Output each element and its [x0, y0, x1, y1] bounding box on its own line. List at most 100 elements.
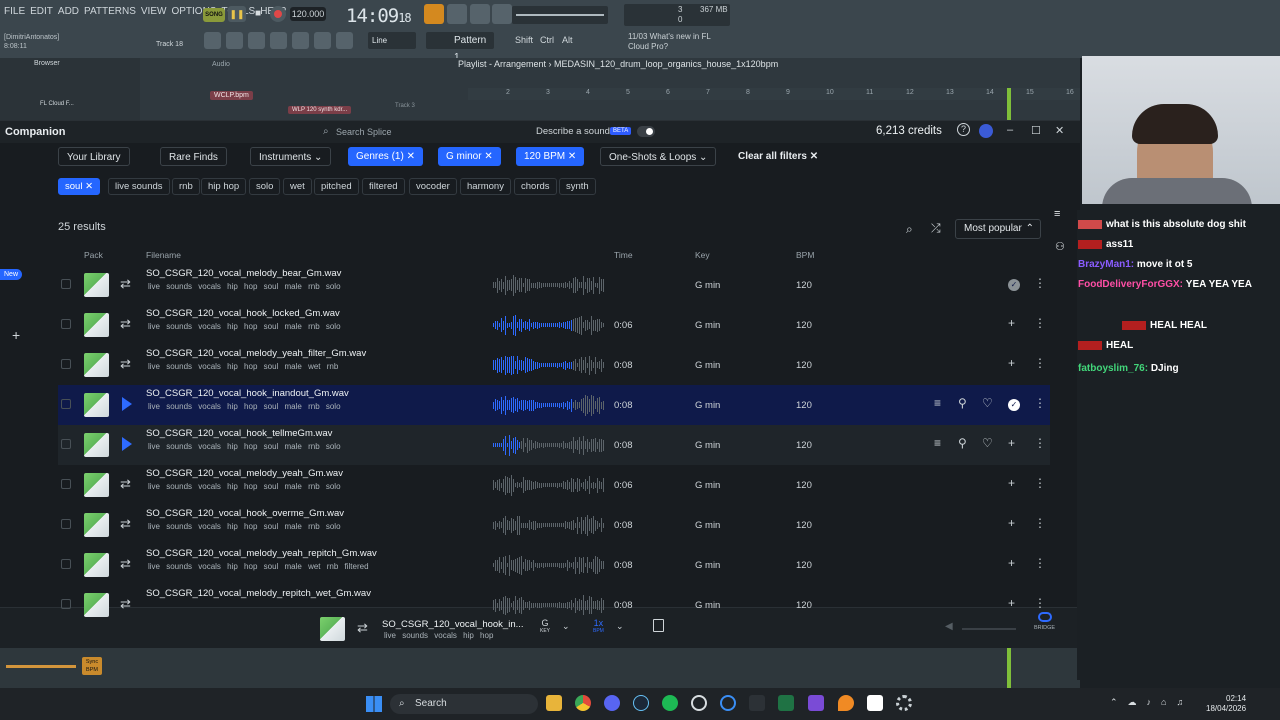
row-checkbox[interactable]	[61, 359, 71, 369]
pack-thumbnail[interactable]	[84, 353, 109, 377]
excel-icon[interactable]	[778, 695, 794, 711]
loop-icon[interactable]: ⇄	[120, 476, 131, 492]
pack-thumbnail[interactable]	[84, 593, 109, 617]
row-checkbox[interactable]	[61, 439, 71, 449]
search-input[interactable]: ⌕ Search Splice	[318, 123, 528, 141]
tempo-display[interactable]: 120.000	[290, 7, 326, 21]
sample-filename[interactable]: SO_CSGR_120_vocal_hook_tellmeGm.wav	[146, 428, 332, 439]
app-icon[interactable]	[691, 695, 707, 711]
metronome-button[interactable]	[424, 4, 444, 24]
browser-icon[interactable]	[292, 32, 309, 49]
pattern-select[interactable]: Pattern 1	[426, 32, 494, 63]
find-similar-icon[interactable]: ⚲	[958, 436, 967, 450]
more-options-icon[interactable]: ⋮	[1034, 556, 1046, 570]
more-options-icon[interactable]: ⋮	[1034, 596, 1046, 610]
close-icon[interactable]: ✕	[482, 151, 492, 162]
spotify-icon[interactable]	[662, 695, 678, 711]
wait-button[interactable]	[470, 4, 490, 24]
loop-icon[interactable]: ⇄	[120, 516, 131, 532]
more-options-icon[interactable]: ⋮	[1034, 476, 1046, 490]
taskbar-search[interactable]: ⌕ Search	[390, 694, 538, 714]
add-icon[interactable]: +	[12, 327, 20, 343]
start-icon[interactable]	[366, 696, 382, 712]
close-icon[interactable]: ✕	[1055, 124, 1064, 137]
stop-button[interactable]: ■	[250, 6, 266, 22]
col-filename[interactable]: Filename	[146, 250, 181, 260]
more-options-icon[interactable]: ⋮	[1034, 516, 1046, 530]
menu-patterns[interactable]: PATTERNS	[84, 6, 136, 22]
row-checkbox[interactable]	[61, 519, 71, 529]
more-options-icon[interactable]: ⋮	[1034, 396, 1046, 410]
sample-filename[interactable]: SO_CSGR_120_vocal_hook_inandout_Gm.wav	[146, 388, 349, 399]
add-icon[interactable]: +	[1008, 436, 1015, 450]
plugin-wclp[interactable]: WCLP.bpm	[210, 91, 253, 100]
tag-chip[interactable]: pitched	[314, 178, 359, 195]
more-options-icon[interactable]: ⋮	[1034, 436, 1046, 450]
tag-chip[interactable]: soul ✕	[58, 178, 101, 195]
tag-chip[interactable]: solo	[249, 178, 281, 195]
taskbar-clock[interactable]: 02:14 18/04/2026	[1206, 694, 1246, 714]
shuffle-icon[interactable]: ⤮	[931, 221, 941, 236]
avatar[interactable]	[979, 124, 993, 138]
sample-filename[interactable]: SO_CSGR_120_vocal_melody_yeah_filter_Gm.…	[146, 348, 366, 359]
sync-bpm-button[interactable]: Sync BPM	[82, 657, 102, 675]
news-panel[interactable]: 11/03 What's new in FL Cloud Pro?	[628, 32, 718, 52]
more-options-icon[interactable]: ⋮	[1034, 356, 1046, 370]
filter-chip[interactable]: One-Shots & Loops ⌄	[600, 147, 717, 166]
heart-icon[interactable]: ♡	[982, 436, 993, 450]
filter-chip[interactable]: Your Library	[58, 147, 130, 166]
help-icon[interactable]: ?	[957, 123, 970, 136]
pack-thumbnail[interactable]	[84, 473, 109, 497]
col-time[interactable]: Time	[614, 250, 633, 260]
play-button[interactable]: ❚❚	[228, 6, 246, 22]
row-checkbox[interactable]	[61, 399, 71, 409]
table-row[interactable]: ⇄ SO_CSGR_120_vocal_melody_yeah_filter_Gm…	[58, 345, 1050, 385]
waveform[interactable]	[493, 393, 605, 417]
table-row[interactable]: ⇄ SO_CSGR_120_vocal_melody_bear_Gm.wav liv…	[58, 265, 1050, 305]
row-checkbox[interactable]	[61, 479, 71, 489]
waveform[interactable]	[493, 473, 605, 497]
heart-icon[interactable]: ♡	[982, 396, 993, 410]
loop-icon[interactable]: ⇄	[120, 556, 131, 572]
cortana-icon[interactable]	[720, 695, 736, 711]
ctrl-button[interactable]: Ctrl	[540, 35, 554, 45]
menu-add[interactable]: ADD	[58, 6, 79, 22]
pack-thumbnail[interactable]	[84, 433, 109, 457]
settings-icon[interactable]	[896, 695, 912, 711]
obs-icon[interactable]	[749, 695, 765, 711]
menu-file[interactable]: FILE	[4, 6, 25, 22]
shift-button[interactable]: Shift	[515, 35, 533, 45]
waveform[interactable]	[493, 593, 605, 617]
pack-thumbnail[interactable]	[84, 273, 109, 297]
plugin-icon[interactable]	[314, 32, 331, 49]
filter-chip[interactable]: 120 BPM ✕	[516, 147, 585, 166]
fl-studio-icon[interactable]	[838, 695, 854, 711]
table-row[interactable]: ⇄ SO_CSGR_120_vocal_hook_overme_Gm.wav liv…	[58, 505, 1050, 545]
playlist-ruler[interactable]: 2 3 4 5 6 7 8 9 10 11 12 13 14 15 16	[468, 88, 1080, 100]
table-row[interactable]: ⇄ SO_CSGR_120_vocal_hook_locked_Gm.wav liv…	[58, 305, 1050, 345]
add-icon[interactable]: +	[1008, 356, 1015, 370]
clear-filters-button[interactable]: Clear all filters ✕	[730, 147, 826, 166]
discord-icon[interactable]	[604, 695, 620, 711]
volume-slider[interactable]	[962, 628, 1016, 630]
add-to-queue-icon[interactable]: ≡	[934, 436, 941, 450]
tag-chip[interactable]: chords	[514, 178, 557, 195]
chat-menu-icon[interactable]: ≡	[1054, 208, 1060, 220]
row-checkbox[interactable]	[61, 599, 71, 609]
menu-edit[interactable]: EDIT	[30, 6, 53, 22]
piano-roll-icon[interactable]	[226, 32, 243, 49]
row-checkbox[interactable]	[61, 319, 71, 329]
mic-icon[interactable]	[336, 32, 353, 49]
grid-app-icon[interactable]	[808, 695, 824, 711]
row-checkbox[interactable]	[61, 559, 71, 569]
add-icon[interactable]: +	[1008, 476, 1015, 490]
play-icon[interactable]	[122, 397, 132, 411]
song-mode-toggle[interactable]: SONG	[203, 8, 225, 22]
downloaded-check-icon[interactable]: ✓	[1008, 399, 1020, 411]
search-results-icon[interactable]: ⌕	[906, 222, 913, 237]
row-checkbox[interactable]	[61, 279, 71, 289]
sample-filename[interactable]: SO_CSGR_120_vocal_melody_yeah_repitch_Gm…	[146, 548, 377, 559]
tag-chip[interactable]: synth	[559, 178, 596, 195]
tag-chip[interactable]: filtered	[362, 178, 405, 195]
downloaded-check-icon[interactable]: ✓	[1008, 279, 1020, 291]
